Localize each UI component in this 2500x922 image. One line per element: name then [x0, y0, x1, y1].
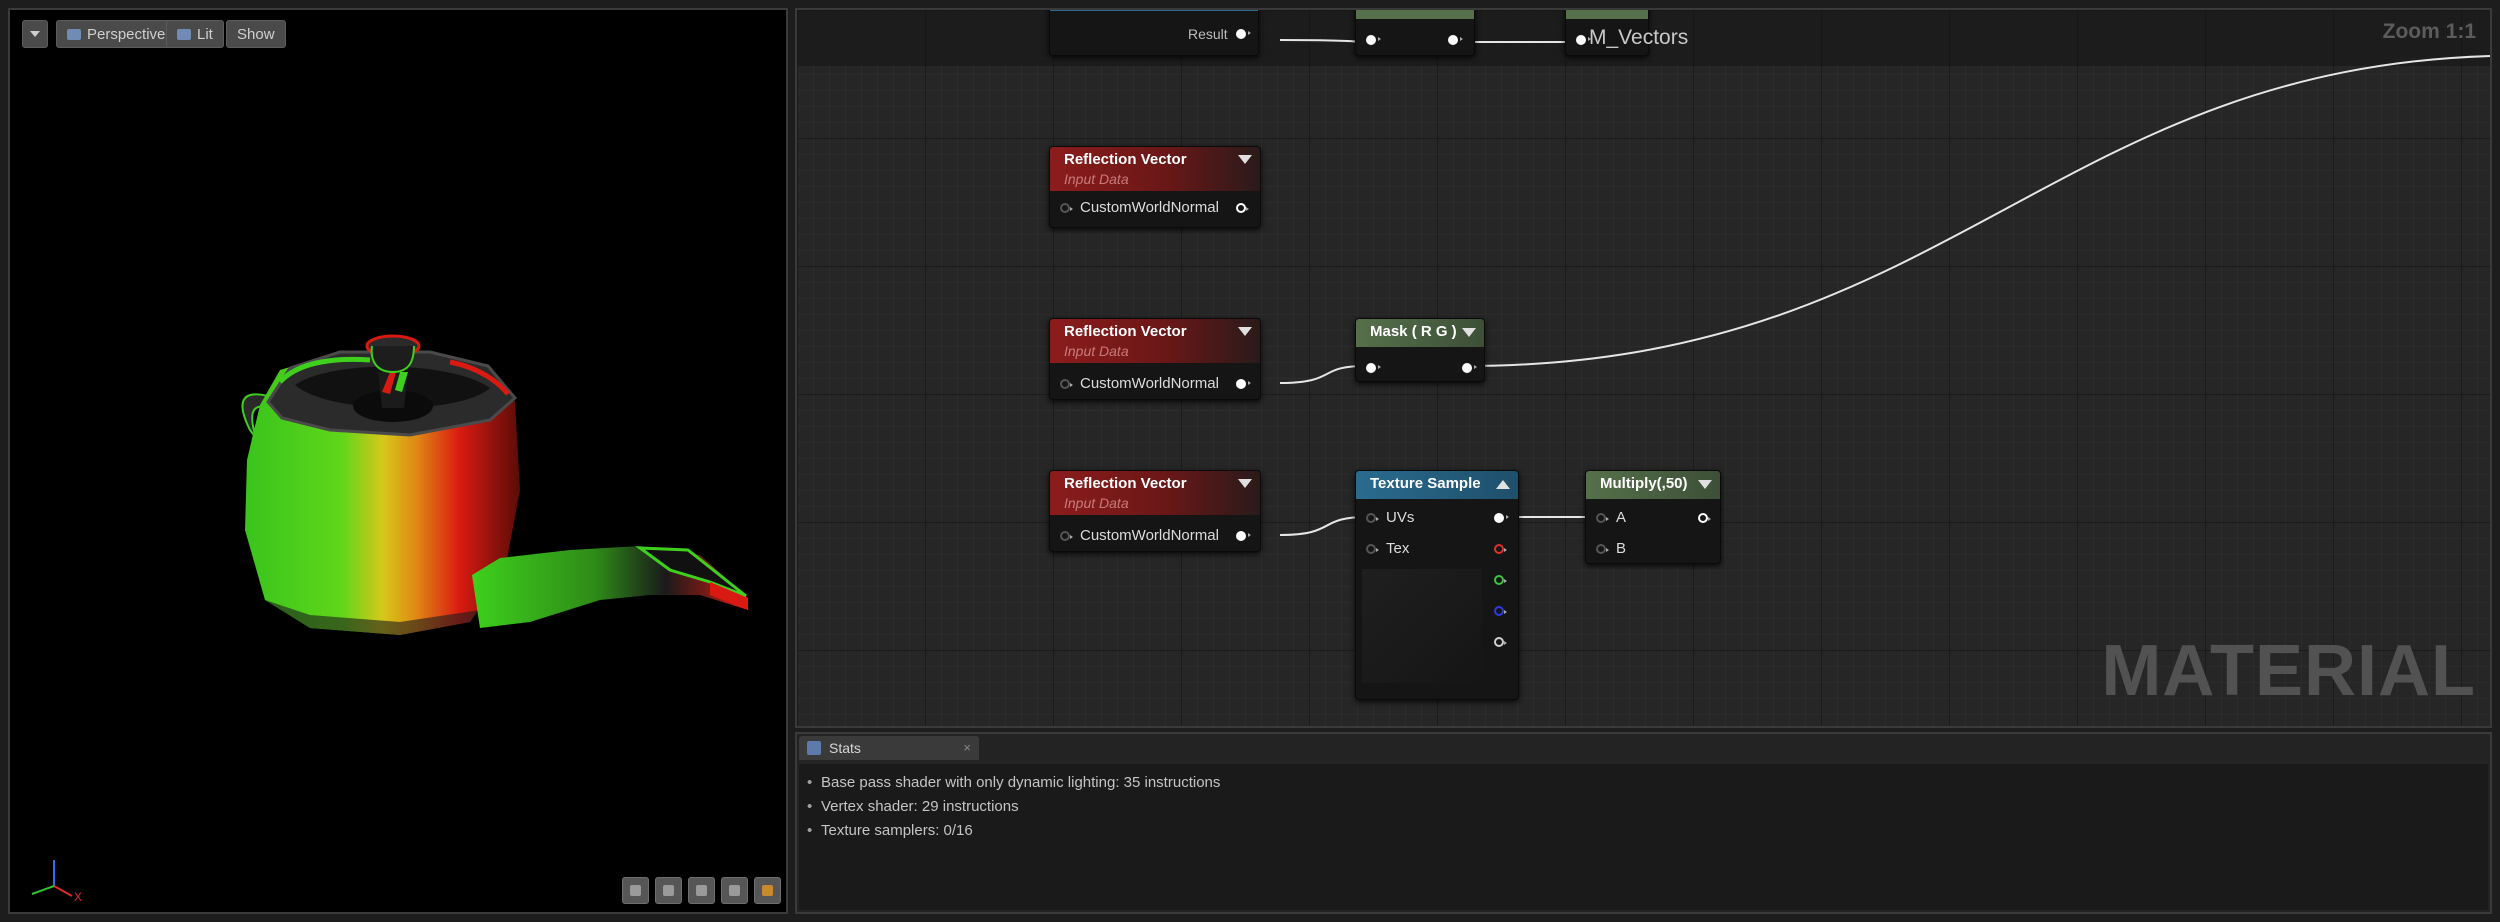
- mask-rg-node[interactable]: Mask ( R G ): [1355, 318, 1485, 382]
- texture-sample-node[interactable]: Texture Sample UVs Tex: [1355, 470, 1519, 700]
- partial-mask-input-pin[interactable]: [1366, 35, 1381, 45]
- node-title: Reflection Vector: [1064, 151, 1187, 168]
- partial-node-mask[interactable]: [1355, 10, 1475, 56]
- material-watermark: MATERIAL: [2101, 631, 2476, 711]
- collapse-caret-icon[interactable]: [1496, 480, 1510, 489]
- stats-line: Base pass shader with only dynamic light…: [807, 774, 1220, 791]
- collapse-caret-icon[interactable]: [1238, 155, 1252, 164]
- blue-output-pin[interactable]: [1494, 606, 1507, 616]
- node-title: Mask ( R G ): [1370, 323, 1457, 340]
- partial-mask-output-pin[interactable]: [1448, 35, 1463, 45]
- collapse-caret-icon[interactable]: [1238, 327, 1252, 336]
- reflection-vector-node-3[interactable]: Reflection Vector Input Data CustomWorld…: [1049, 470, 1261, 552]
- teapot-preview-mesh: [31, 334, 748, 897]
- stats-line: Vertex shader: 29 instructions: [807, 798, 1019, 815]
- pin-label: CustomWorldNormal: [1080, 527, 1219, 544]
- alpha-output-pin[interactable]: [1494, 637, 1507, 647]
- result-pin-label: Result: [1188, 26, 1228, 42]
- pin-label-uvs: UVs: [1386, 509, 1415, 526]
- node-title: Texture Sample: [1370, 475, 1481, 492]
- uvs-input-pin[interactable]: [1366, 513, 1379, 523]
- green-output-pin[interactable]: [1494, 575, 1507, 585]
- custom-world-normal-input-pin[interactable]: [1060, 203, 1073, 213]
- material-graph-editor[interactable]: Result M_Vectors Zoom 1:1 Reflection Vec…: [795, 8, 2492, 728]
- tex-input-pin[interactable]: [1366, 544, 1379, 554]
- rgb-output-pin[interactable]: [1494, 513, 1509, 523]
- partial-abs-input-pin[interactable]: [1576, 35, 1591, 45]
- node-title: Reflection Vector: [1064, 323, 1187, 340]
- view-mode-button-5[interactable]: [754, 877, 781, 904]
- node-subtitle: Input Data: [1064, 495, 1129, 511]
- collapse-caret-icon[interactable]: [1238, 479, 1252, 488]
- pin-label: CustomWorldNormal: [1080, 375, 1219, 392]
- reflection-vector-node-1[interactable]: Reflection Vector Input Data CustomWorld…: [1049, 146, 1261, 228]
- multiply-output-pin[interactable]: [1698, 513, 1711, 523]
- output-pin[interactable]: [1236, 379, 1251, 389]
- collapse-caret-icon[interactable]: [1462, 328, 1476, 337]
- node-header: Reflection Vector Input Data: [1050, 471, 1260, 515]
- close-tab-icon[interactable]: ×: [963, 736, 971, 760]
- node-header: Mask ( R G ): [1356, 319, 1484, 347]
- node-header: Multiply(,50): [1586, 471, 1720, 499]
- node-subtitle: Input Data: [1064, 171, 1129, 187]
- node-header: Reflection Vector Input Data: [1050, 147, 1260, 191]
- output-pin[interactable]: [1236, 531, 1251, 541]
- pin-label-a: A: [1616, 509, 1627, 526]
- a-input-pin[interactable]: [1596, 513, 1609, 523]
- view-mode-button-2[interactable]: [655, 877, 682, 904]
- graph-title: M_Vectors: [1589, 26, 1689, 49]
- custom-world-normal-input-pin[interactable]: [1060, 379, 1073, 389]
- b-input-pin[interactable]: [1596, 544, 1609, 554]
- node-subtitle: Input Data: [1064, 343, 1129, 359]
- mask-output-pin[interactable]: [1462, 363, 1477, 373]
- stats-tab-label: Stats: [829, 740, 861, 756]
- view-mode-button-4[interactable]: [721, 877, 748, 904]
- result-output-pin[interactable]: [1236, 29, 1251, 39]
- pin-label: CustomWorldNormal: [1080, 199, 1219, 216]
- mask-input-pin[interactable]: [1366, 363, 1381, 373]
- node-header: Reflection Vector Input Data: [1050, 319, 1260, 363]
- view-mode-button-1[interactable]: [622, 877, 649, 904]
- stats-panel: Stats × Base pass shader with only dynam…: [795, 732, 2492, 914]
- stats-icon: [807, 741, 821, 755]
- reflection-vector-node-2[interactable]: Reflection Vector Input Data CustomWorld…: [1049, 318, 1261, 400]
- pin-label-tex: Tex: [1386, 540, 1410, 557]
- node-header: Texture Sample: [1356, 471, 1518, 499]
- texture-preview-thumbnail: [1362, 569, 1482, 683]
- node-title: Reflection Vector: [1064, 475, 1187, 492]
- axis-x-label: X: [74, 890, 83, 904]
- multiply-node[interactable]: Multiply(,50) A B: [1585, 470, 1721, 564]
- axis-gizmo: [31, 860, 73, 897]
- tab-stats[interactable]: Stats ×: [799, 736, 979, 760]
- output-pin[interactable]: [1236, 203, 1249, 213]
- collapse-caret-icon[interactable]: [1698, 480, 1712, 489]
- pin-label-b: B: [1616, 540, 1627, 557]
- partial-node-camera-vector[interactable]: Result: [1049, 10, 1259, 56]
- custom-world-normal-input-pin[interactable]: [1060, 531, 1073, 541]
- view-mode-button-3[interactable]: [688, 877, 715, 904]
- preview-viewport[interactable]: Perspective Lit Show X: [8, 8, 788, 914]
- zoom-label: Zoom 1:1: [2382, 20, 2476, 43]
- stats-line: Texture samplers: 0/16: [807, 822, 973, 839]
- red-output-pin[interactable]: [1494, 544, 1507, 554]
- node-title: Multiply(,50): [1600, 475, 1688, 492]
- stats-body: Base pass shader with only dynamic light…: [799, 764, 2488, 910]
